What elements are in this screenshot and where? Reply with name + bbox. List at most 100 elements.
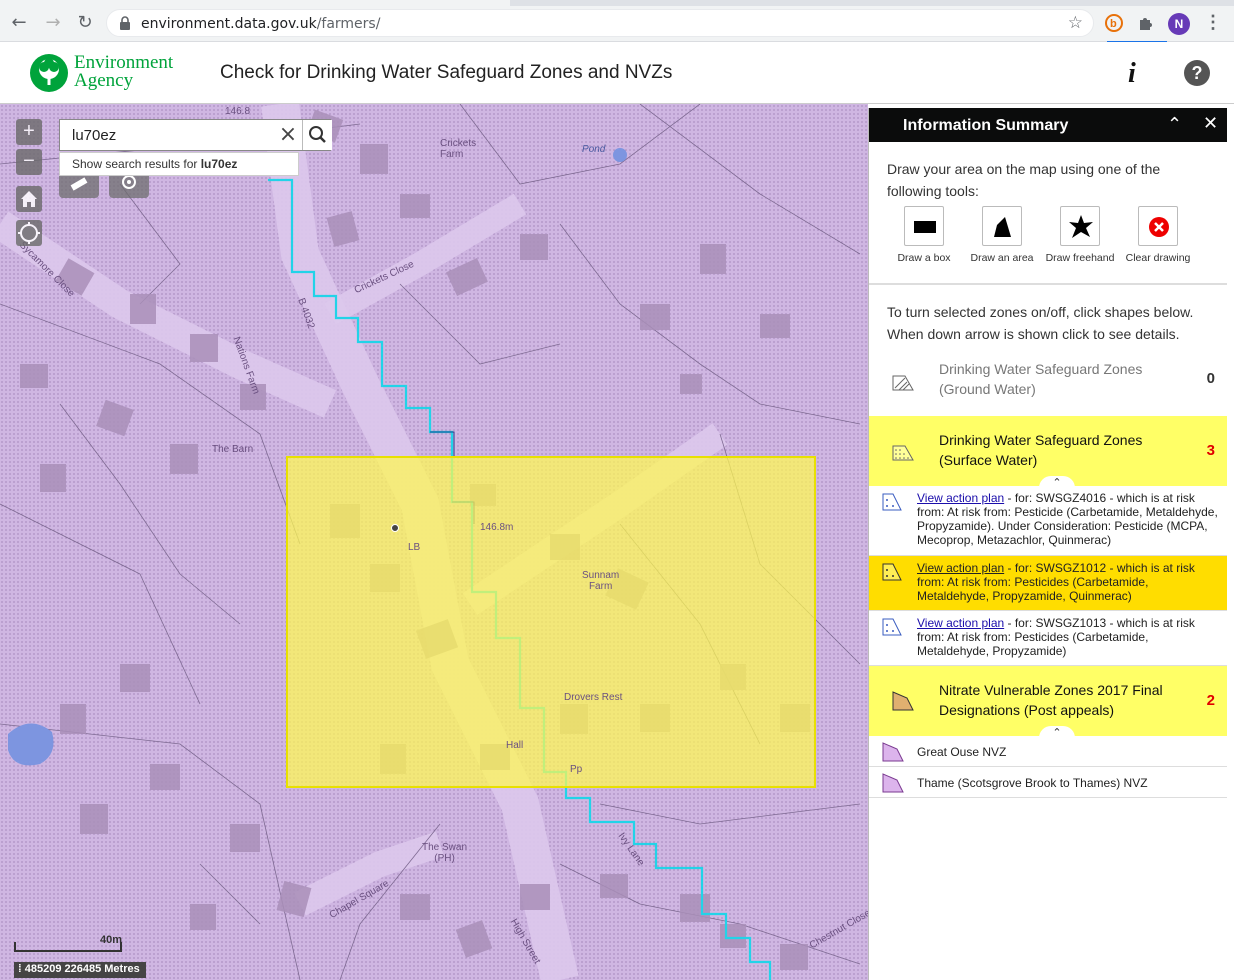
nvz-name: Great Ouse NVZ — [917, 745, 1007, 759]
nvz-shape-icon — [892, 691, 914, 711]
scale-label: 40m — [100, 934, 123, 946]
search-input[interactable] — [60, 120, 302, 150]
polygon-icon — [994, 217, 1011, 237]
zones-instructions: To turn selected zones on/off, click sha… — [887, 304, 1194, 342]
browser-menu-icon[interactable]: ⋮ — [1204, 12, 1222, 33]
profile-avatar[interactable]: N — [1168, 13, 1190, 35]
draw-area-tool[interactable]: Draw an area — [963, 206, 1041, 264]
surface-zone-icon — [882, 618, 902, 636]
app-header: Environment Agency Check for Drinking Wa… — [0, 42, 1234, 104]
search-icon — [309, 126, 326, 143]
draw-freehand-tool[interactable]: Draw freehand — [1041, 206, 1119, 264]
surface-zone-row[interactable]: View action plan - for: SWSGZ1013 - whic… — [869, 611, 1227, 666]
map-label-sunnam-farm: Sunnam Farm — [582, 570, 620, 592]
panel-divider — [869, 283, 1227, 285]
bookmark-star-icon[interactable]: ☆ — [1068, 13, 1083, 33]
draw-freehand-button[interactable] — [1060, 206, 1100, 246]
active-tab[interactable] — [0, 0, 510, 6]
zoom-out-button[interactable]: − — [16, 149, 42, 175]
zoom-in-button[interactable]: + — [16, 119, 42, 145]
nvz-name: Thame (Scotsgrove Brook to Thames) NVZ — [917, 776, 1148, 790]
layer-groundwater-count: 0 — [1206, 370, 1215, 387]
surface-zone-icon — [882, 563, 902, 581]
map-label-crickets-farm: Crickets Farm — [440, 138, 477, 160]
expand-coords-icon[interactable]: ⁞ — [18, 963, 25, 975]
nvz-row[interactable]: Thame (Scotsgrove Brook to Thames) NVZ — [869, 767, 1227, 798]
clear-drawing-tool[interactable]: Clear drawing — [1119, 206, 1197, 264]
locate-button[interactable] — [16, 220, 42, 246]
url-text: environment.data.gov.uk/farmers/ — [141, 16, 381, 32]
nvz-zone-icon — [882, 742, 904, 762]
ruler-icon — [70, 177, 88, 191]
drawn-selection-box[interactable] — [286, 456, 816, 788]
layer-surface-water-name: Drinking Water Safeguard Zones (Surface W… — [939, 432, 1143, 468]
coordinate-readout: ⁞ 485209 226485 Metres — [14, 962, 146, 978]
rectangle-icon — [914, 221, 936, 233]
tree-logo-icon — [30, 54, 68, 92]
nvz-row[interactable]: Great Ouse NVZ — [869, 736, 1227, 767]
freehand-star-icon — [1069, 215, 1093, 238]
draw-box-tool[interactable]: Draw a box — [885, 206, 963, 264]
map-label-lb: LB — [408, 542, 421, 553]
map-label-the-barn: The Barn — [212, 444, 254, 455]
nvz-zone-icon — [882, 773, 904, 793]
logo-text-line2: Agency — [74, 70, 134, 91]
reload-icon[interactable]: ↻ — [74, 12, 96, 34]
layers-tool-button[interactable] — [109, 175, 149, 198]
map-view[interactable]: Crickets Farm Pond Crickets Close Sycamor… — [0, 104, 868, 980]
help-icon[interactable]: ? — [1184, 60, 1210, 86]
clear-search-icon[interactable]: × — [276, 123, 300, 147]
view-action-plan-link[interactable]: View action plan — [917, 616, 1004, 630]
info-icon[interactable]: i — [1128, 58, 1136, 90]
svg-text:b: b — [1110, 18, 1117, 30]
surface-zone-icon — [882, 493, 902, 511]
map-label-top-height: 146.8 — [225, 106, 251, 117]
forward-icon[interactable]: → — [42, 12, 64, 34]
page-title: Check for Drinking Water Safeguard Zones… — [220, 62, 673, 83]
extensions-puzzle-icon[interactable] — [1136, 13, 1156, 33]
layer-nvz-name: Nitrate Vulnerable Zones 2017 Final Desig… — [939, 682, 1163, 718]
groundwater-hatch-icon — [892, 375, 914, 391]
collapse-panel-icon[interactable]: ⌃ — [1167, 114, 1182, 135]
layer-groundwater[interactable]: Drinking Water Safeguard Zones (Ground Wa… — [869, 356, 1227, 412]
map-label-hall: Hall — [506, 740, 524, 751]
address-bar[interactable]: environment.data.gov.uk/farmers/ ☆ — [106, 9, 1094, 37]
close-panel-icon[interactable]: ✕ — [1203, 113, 1218, 134]
view-action-plan-link[interactable]: View action plan — [917, 561, 1004, 575]
search-box: × — [59, 119, 332, 151]
map-label-pond: Pond — [582, 144, 606, 155]
layer-nvz-count: 2 — [1206, 692, 1215, 709]
clear-drawing-button[interactable] — [1138, 206, 1178, 246]
browser-toolbar: ← → ↻ environment.data.gov.uk/farmers/ ☆… — [0, 0, 1234, 44]
draw-instructions: Draw your area on the map using one of t… — [887, 161, 1161, 199]
home-icon — [21, 191, 37, 207]
layer-surface-water[interactable]: Drinking Water Safeguard Zones (Surface W… — [869, 416, 1227, 489]
lock-icon — [120, 16, 130, 30]
surface-zone-text: View action plan - for: SWSGZ1013 - whic… — [917, 616, 1195, 658]
surface-zone-row[interactable]: View action plan - for: SWSGZ4016 - whic… — [869, 486, 1227, 556]
locate-icon — [18, 222, 40, 244]
panel-title: Information Summary — [903, 117, 1069, 134]
draw-area-button[interactable] — [982, 206, 1022, 246]
map-label-height: 146.8m — [480, 522, 514, 533]
map-label-the-swan: The Swan (PH) — [422, 842, 468, 864]
map-label-drovers-rest: Drovers Rest — [564, 692, 623, 703]
back-icon[interactable]: ← — [8, 12, 30, 34]
surface-zone-row[interactable]: View action plan - for: SWSGZ1012 - whic… — [869, 556, 1227, 611]
layer-surface-water-count: 3 — [1206, 442, 1215, 459]
environment-agency-logo[interactable]: Environment Agency — [30, 52, 190, 94]
measure-tool-button[interactable] — [59, 176, 99, 198]
surface-zone-text: View action plan - for: SWSGZ4016 - whic… — [917, 491, 1218, 547]
extension-b-icon[interactable]: b — [1104, 13, 1124, 33]
clear-x-icon — [1149, 217, 1169, 237]
draw-box-button[interactable] — [904, 206, 944, 246]
surface-water-dots-icon — [892, 445, 914, 461]
search-location-marker — [391, 524, 399, 532]
search-suggestion[interactable]: Show search results for lu70ez — [59, 152, 299, 176]
information-summary-panel: Information Summary ⌃ ✕ Draw your area o… — [868, 108, 1227, 980]
view-action-plan-link[interactable]: View action plan — [917, 491, 1004, 505]
home-button[interactable] — [16, 186, 42, 212]
layer-nvz[interactable]: Nitrate Vulnerable Zones 2017 Final Desig… — [869, 666, 1227, 739]
layer-groundwater-name: Drinking Water Safeguard Zones (Ground Wa… — [939, 361, 1143, 397]
search-button[interactable] — [302, 120, 332, 150]
